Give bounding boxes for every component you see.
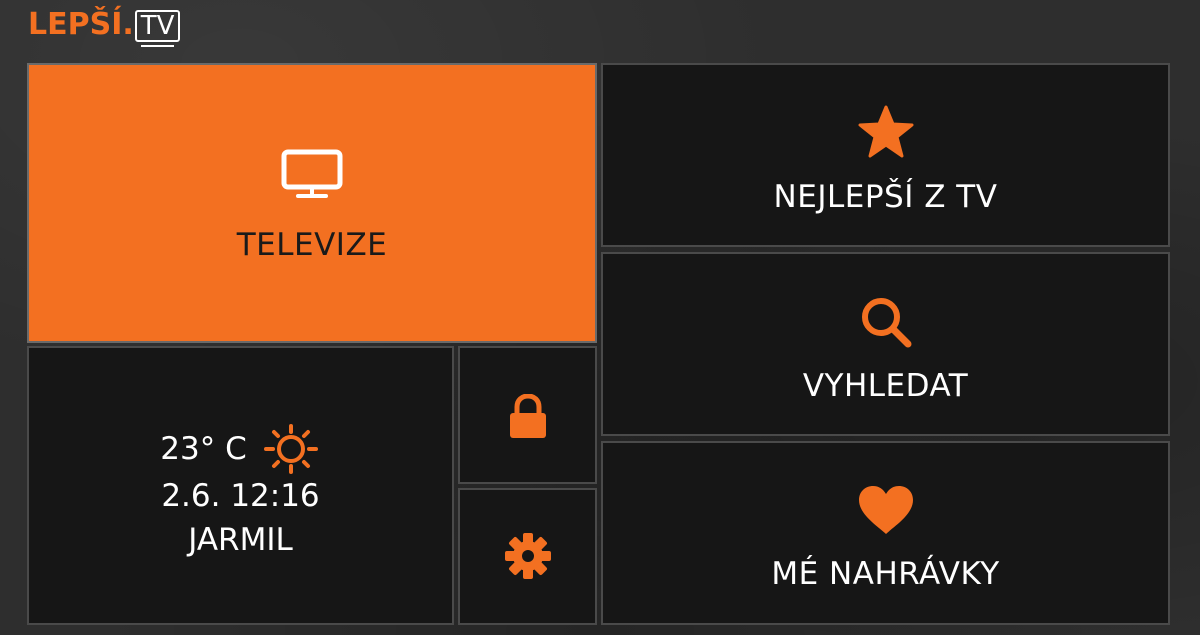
logo-tv-text: TV (134, 10, 181, 42)
info-tile: 23° C 2.6. 12:16 JARMIL (27, 346, 454, 625)
tile-nejlepsi-z-tv[interactable]: NEJLEPŠÍ Z TV (601, 63, 1170, 247)
sun-icon (261, 423, 321, 474)
star-icon (858, 105, 914, 159)
tv-icon (281, 149, 343, 199)
tile-vyhledat[interactable]: VYHLEDAT (601, 252, 1170, 436)
logo-dot: . (122, 7, 134, 42)
tile-nahravky-label: MÉ NAHRÁVKY (771, 556, 1000, 592)
logo-tv-stand (140, 45, 175, 47)
tile-televize-label: TELEVIZE (236, 227, 388, 263)
logo-tv-box: TV (134, 10, 181, 47)
lock-icon (508, 394, 548, 440)
app-logo: LEPŠÍ . TV (28, 6, 181, 47)
heart-icon (857, 484, 915, 536)
temperature-text: 23° C (160, 430, 247, 467)
logo-brand-text: LEPŠÍ (28, 7, 123, 42)
tile-nejlepsi-label: NEJLEPŠÍ Z TV (773, 179, 998, 215)
tile-me-nahravky[interactable]: MÉ NAHRÁVKY (601, 441, 1170, 625)
user-name: JARMIL (188, 521, 293, 558)
search-icon (858, 294, 914, 350)
gear-icon (503, 531, 553, 581)
weather-row: 23° C (160, 423, 321, 474)
tile-televize[interactable]: TELEVIZE (27, 63, 597, 343)
datetime-text: 2.6. 12:16 (161, 477, 320, 514)
tile-vyhledat-label: VYHLEDAT (802, 368, 969, 404)
lock-button[interactable] (458, 346, 597, 484)
settings-button[interactable] (458, 488, 597, 625)
